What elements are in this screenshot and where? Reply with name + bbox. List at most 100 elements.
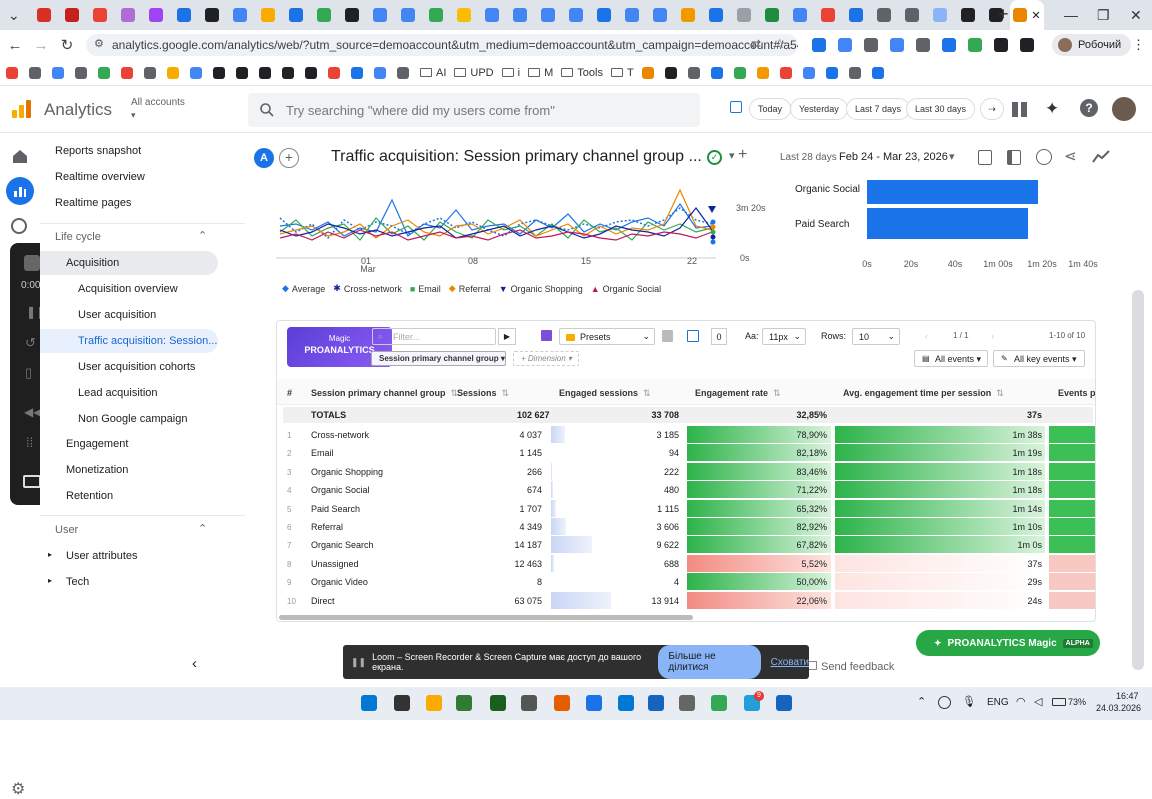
column-header[interactable]: # <box>287 388 292 398</box>
bar[interactable] <box>867 208 1028 239</box>
table-row[interactable]: 5 Paid Search 1 707 1 115 65,32% 1m 14s <box>277 499 1095 518</box>
table-row[interactable]: 9 Organic Video 8 4 50,00% 29s <box>277 573 1095 591</box>
browser-tab[interactable] <box>198 0 226 30</box>
sort-icon[interactable]: ⇅ <box>773 388 781 398</box>
nav-acq-item[interactable]: Lead acquisition <box>78 387 158 399</box>
delete-icon[interactable] <box>662 330 673 342</box>
bookmark-item[interactable] <box>374 66 389 79</box>
filter-input[interactable]: ⌕ Filter... <box>372 328 496 345</box>
browser-tab[interactable] <box>730 0 758 30</box>
bookmark-item[interactable] <box>282 66 297 79</box>
bookmark-item[interactable] <box>75 66 90 79</box>
table-row[interactable]: 4 Organic Social 674 480 71,22% 1m 18s <box>277 481 1095 499</box>
nav-acq-item[interactable]: Acquisition overview <box>78 283 178 295</box>
reset-icon[interactable]: 0 <box>711 328 727 345</box>
help-icon[interactable]: ? <box>1080 99 1098 117</box>
browser-tab[interactable] <box>450 0 478 30</box>
bookmark-item[interactable] <box>871 66 887 79</box>
tab-search-chevron-icon[interactable]: ⌄ <box>8 7 20 24</box>
forward-icon[interactable]: → <box>28 37 54 54</box>
trash-icon[interactable]: ▯ <box>25 365 32 381</box>
bookmark-item[interactable] <box>52 66 67 79</box>
channel-cell[interactable]: Organic Video <box>311 577 368 587</box>
bookmark-star-icon[interactable]: ☆ <box>774 36 786 52</box>
extension-icon[interactable] <box>838 38 852 52</box>
prev-page-icon[interactable]: ‹ <box>925 331 928 341</box>
add-dimension-button[interactable]: + Dimension ▾ <box>513 351 579 366</box>
url-field[interactable]: ⚙ analytics.google.com/analytics/web/?ut… <box>86 34 798 56</box>
browser-tab[interactable] <box>422 0 450 30</box>
profile-button[interactable]: Робочий <box>1052 34 1132 56</box>
channel-cell[interactable]: Cross-network <box>311 430 369 440</box>
bookmark-item[interactable] <box>825 66 841 79</box>
browser-tab[interactable] <box>842 0 870 30</box>
extension-icon[interactable] <box>968 38 982 52</box>
taskbar-app-icon[interactable] <box>648 695 664 711</box>
channel-cell[interactable]: Direct <box>311 596 335 606</box>
taskbar-app-icon[interactable] <box>618 695 634 711</box>
legend-item[interactable]: ✱ Cross-network <box>333 283 402 294</box>
taskbar-app-icon[interactable] <box>394 695 410 711</box>
trend-icon[interactable] <box>1092 149 1110 163</box>
collapse-chevron-icon[interactable]: ⌃ <box>198 522 207 535</box>
admin-gear-icon[interactable]: ⚙ <box>11 779 25 799</box>
taskbar-app-icon[interactable] <box>521 695 537 711</box>
nav-acq-item[interactable]: User acquisition <box>78 309 156 321</box>
browser-tab[interactable] <box>478 0 506 30</box>
page-scrollbar[interactable] <box>1132 290 1144 670</box>
extension-icon[interactable] <box>1020 38 1034 52</box>
bookmark-item[interactable] <box>98 66 113 79</box>
rows-select[interactable]: 10 ⌄ <box>852 328 900 345</box>
column-header[interactable]: Engagement rate ⇅ <box>695 388 781 399</box>
taskbar-app-icon[interactable] <box>490 695 506 711</box>
nav-monetization[interactable]: Monetization <box>66 464 128 476</box>
legend-item[interactable]: ▲ Organic Social <box>591 283 661 294</box>
all-events-dropdown[interactable]: ▤ All events ▾ <box>914 350 988 367</box>
reload-icon[interactable]: ↻ <box>54 36 80 54</box>
tray-expand-icon[interactable]: ⌃ <box>917 695 926 708</box>
browser-tab[interactable] <box>254 0 282 30</box>
browser-tab[interactable] <box>394 0 422 30</box>
bookmark-item[interactable] <box>213 66 228 79</box>
nav-lifecycle-header[interactable]: Life cycle <box>55 231 101 243</box>
legend-item[interactable]: ◆ Average <box>282 283 325 294</box>
sort-icon[interactable]: ⇅ <box>643 388 651 398</box>
tray-app-icon[interactable] <box>938 696 951 709</box>
add-report-icon[interactable]: + <box>738 146 747 164</box>
date-chevron-icon[interactable]: ▾ <box>949 150 955 163</box>
browser-tab[interactable] <box>114 0 142 30</box>
bookmark-item[interactable] <box>6 66 21 79</box>
last-30-days-button[interactable]: Last 30 days <box>906 98 976 120</box>
browser-tab[interactable] <box>282 0 310 30</box>
chrome-menu-icon[interactable]: ⋮ <box>1132 37 1145 53</box>
browser-tab[interactable] <box>58 0 86 30</box>
taskbar-app-icon[interactable] <box>679 695 695 711</box>
nav-engagement[interactable]: Engagement <box>66 438 128 450</box>
extension-icon[interactable] <box>890 38 904 52</box>
bookmark-item[interactable] <box>802 66 818 79</box>
insights-sparkle-icon[interactable]: ✦ <box>1045 99 1059 119</box>
extension-icon[interactable] <box>916 38 930 52</box>
minimize-icon[interactable]: — <box>1064 7 1078 23</box>
browser-tab[interactable] <box>366 0 394 30</box>
stop-sharing-button[interactable]: Більше не ділитися <box>658 645 761 679</box>
browser-tab[interactable] <box>702 0 730 30</box>
bookmark-folder[interactable]: i <box>501 67 520 79</box>
legend-item[interactable]: ▼ Organic Shopping <box>499 283 583 294</box>
browser-tab[interactable] <box>590 0 618 30</box>
nav-realtime-overview[interactable]: Realtime overview <box>55 171 145 183</box>
site-info-icon[interactable]: ⚙ <box>94 37 104 50</box>
comparison-avatar[interactable]: A <box>254 148 274 168</box>
table-scrollbar[interactable] <box>279 615 693 620</box>
reports-icon[interactable] <box>6 177 34 205</box>
bookmark-folder[interactable]: T <box>610 67 634 79</box>
browser-tab[interactable] <box>954 0 982 30</box>
browser-tab[interactable] <box>926 0 954 30</box>
last-7-days-button[interactable]: Last 7 days <box>846 98 911 120</box>
legend-item[interactable]: ◆ Referral <box>449 283 491 294</box>
bookmark-folder[interactable]: M <box>528 67 553 79</box>
column-header[interactable]: Engaged sessions ⇅ <box>559 388 651 399</box>
nav-user-header[interactable]: User <box>55 524 78 536</box>
run-filter-icon[interactable]: ▶ <box>498 328 516 345</box>
nav-realtime-pages[interactable]: Realtime pages <box>55 197 131 209</box>
